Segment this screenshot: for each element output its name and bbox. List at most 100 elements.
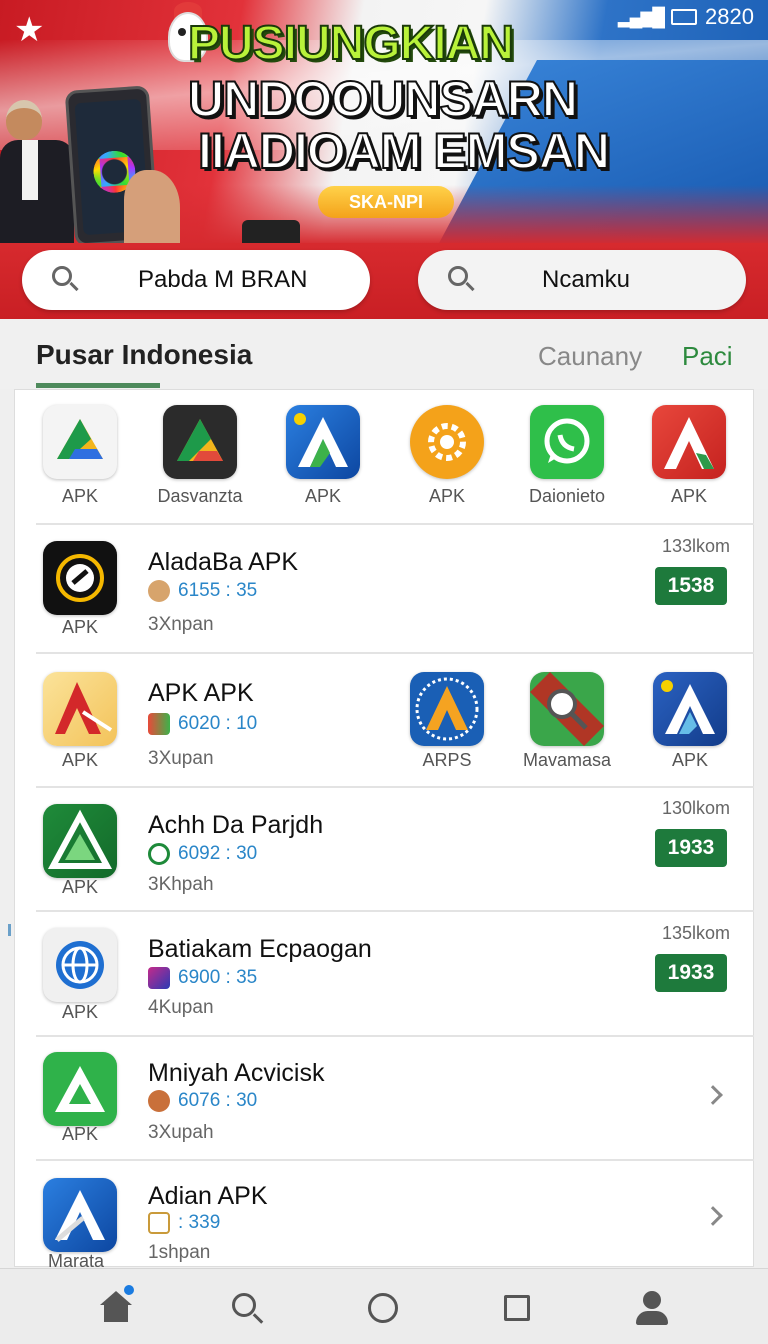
scroll-marker bbox=[8, 924, 11, 936]
app-label: APK bbox=[304, 486, 342, 506]
search-input-primary[interactable]: Pabda M BRAN bbox=[22, 250, 370, 310]
tab-pusar-indonesia[interactable]: Pusar Indonesia bbox=[36, 339, 252, 371]
row-meta-value: 6900 : 35 bbox=[178, 967, 258, 988]
install-button[interactable]: 1933 bbox=[655, 954, 727, 992]
banner-headline-1: PUSIUNGKIAN bbox=[187, 17, 515, 70]
app-label: APK bbox=[671, 750, 709, 770]
row-meta: : 339 bbox=[148, 1212, 220, 1234]
row-meta-value: 6092 : 30 bbox=[178, 843, 258, 864]
row-divider bbox=[36, 1159, 754, 1161]
row-meta-value: 6155 : 35 bbox=[178, 580, 258, 601]
row-divider bbox=[36, 786, 754, 788]
profile-icon[interactable] bbox=[634, 1291, 670, 1327]
drive-triangle-icon[interactable] bbox=[43, 405, 117, 479]
row-subtitle: 4Kupan bbox=[148, 997, 214, 1018]
globe-icon bbox=[43, 928, 117, 1002]
blue-a-icon[interactable] bbox=[286, 405, 360, 479]
row-title: Batiakam Ecpaogan bbox=[148, 935, 372, 963]
install-button[interactable]: 1538 bbox=[655, 567, 727, 605]
app-mini-icon bbox=[148, 713, 170, 735]
row-meta-value: 6020 : 10 bbox=[178, 713, 258, 734]
avatar-icon bbox=[148, 580, 170, 602]
square-icon[interactable] bbox=[500, 1291, 536, 1327]
row-count: 133lkom bbox=[662, 536, 731, 556]
app-label: APK bbox=[61, 1124, 99, 1144]
promo-pill-button[interactable]: SKA-NPI bbox=[318, 186, 454, 218]
app-label: Mavamasa bbox=[522, 750, 612, 770]
search-icon bbox=[52, 266, 80, 294]
presenter-illustration bbox=[0, 98, 74, 245]
app-label: Daionieto bbox=[528, 486, 606, 506]
row-title: AladaBa APK bbox=[148, 548, 299, 576]
whatsapp-icon[interactable] bbox=[530, 405, 604, 479]
row-count: 130lkom bbox=[662, 798, 731, 818]
battery-icon bbox=[671, 9, 698, 25]
promo-banner[interactable]: ★ ▂▄▆█ 2820 PUSIUNGKIAN UNDOOUNSARN IIAD… bbox=[0, 0, 768, 245]
red-a-yellow-icon bbox=[43, 672, 117, 746]
drive-dark-icon[interactable] bbox=[163, 405, 237, 479]
row-subtitle: 3Khpah bbox=[148, 874, 214, 895]
status-time: 2820 bbox=[705, 4, 754, 29]
app-label: APK bbox=[61, 486, 99, 506]
small-phone-illustration bbox=[242, 220, 300, 245]
row-divider bbox=[36, 523, 754, 525]
row-title: Mniyah Acvicisk bbox=[148, 1059, 325, 1087]
row-title: Adian APK bbox=[148, 1182, 268, 1210]
circle-icon[interactable] bbox=[366, 1291, 402, 1327]
banner-headline-2: UNDOOUNSARN bbox=[187, 71, 579, 127]
app-label: ARPS bbox=[422, 750, 472, 770]
hand-illustration bbox=[124, 170, 180, 245]
notification-dot bbox=[122, 1283, 136, 1297]
row-meta: 6900 : 35 bbox=[148, 967, 257, 989]
search-input-value: Pabda M BRAN bbox=[138, 266, 308, 293]
search-icon[interactable] bbox=[230, 1291, 266, 1327]
search-input-value: Ncamku bbox=[542, 266, 631, 293]
row-subtitle: 1shpan bbox=[148, 1242, 211, 1263]
green-triangle-icon bbox=[43, 1052, 117, 1126]
row-meta: 6076 : 30 bbox=[148, 1090, 257, 1112]
search-icon bbox=[448, 266, 476, 294]
row-subtitle: 3Xnpan bbox=[148, 614, 214, 635]
app-mini-icon bbox=[148, 1212, 170, 1234]
app-label: APK bbox=[61, 877, 99, 897]
row-meta-value: : 339 bbox=[178, 1212, 221, 1233]
star-icon: ★ bbox=[14, 11, 45, 49]
app-label: Dasvanzta bbox=[157, 486, 243, 506]
row-meta-value: 6076 : 30 bbox=[178, 1090, 258, 1111]
avatar-icon bbox=[148, 1090, 170, 1112]
row-title: APK APK bbox=[148, 679, 254, 707]
tab-active-indicator bbox=[36, 383, 160, 388]
app-label: APK bbox=[61, 617, 99, 637]
row-subtitle: 3Xupan bbox=[148, 748, 214, 769]
magnifier-app-icon[interactable] bbox=[530, 672, 604, 746]
search-input-secondary[interactable]: Ncamku bbox=[418, 250, 746, 310]
row-meta: 6092 : 30 bbox=[148, 843, 257, 865]
app-mini-icon bbox=[148, 967, 170, 989]
app-label: APK bbox=[670, 486, 708, 506]
row-divider bbox=[36, 910, 754, 912]
red-a-icon[interactable] bbox=[652, 405, 726, 479]
row-meta: 6020 : 10 bbox=[148, 713, 257, 735]
tab-caunany[interactable]: Caunany bbox=[538, 341, 642, 372]
banner-headline-3: IIADIOAM EMSAN bbox=[197, 123, 611, 179]
row-meta: 6155 : 35 bbox=[148, 580, 257, 602]
app-label: APK bbox=[61, 750, 99, 770]
row-divider bbox=[36, 1035, 754, 1037]
circuit-a-icon[interactable] bbox=[410, 672, 484, 746]
orange-gear-icon[interactable] bbox=[410, 405, 484, 479]
app-label: APK bbox=[61, 1002, 99, 1022]
bottom-nav bbox=[0, 1268, 768, 1344]
row-title: Achh Da Parjdh bbox=[148, 811, 324, 839]
home-icon[interactable] bbox=[98, 1283, 136, 1327]
install-button[interactable]: 1933 bbox=[655, 829, 727, 867]
tab-bar: Pusar Indonesia Caunany Paci bbox=[0, 319, 768, 389]
speed-ring-icon bbox=[43, 541, 117, 615]
app-mini-icon bbox=[148, 843, 170, 865]
tab-paci[interactable]: Paci bbox=[682, 341, 733, 372]
green-a-icon bbox=[43, 804, 117, 878]
blue-a-star-icon[interactable] bbox=[653, 672, 727, 746]
row-divider bbox=[36, 652, 754, 654]
row-subtitle: 3Xupah bbox=[148, 1122, 214, 1143]
app-label: APK bbox=[428, 486, 466, 506]
row-count: 135lkom bbox=[662, 923, 731, 943]
